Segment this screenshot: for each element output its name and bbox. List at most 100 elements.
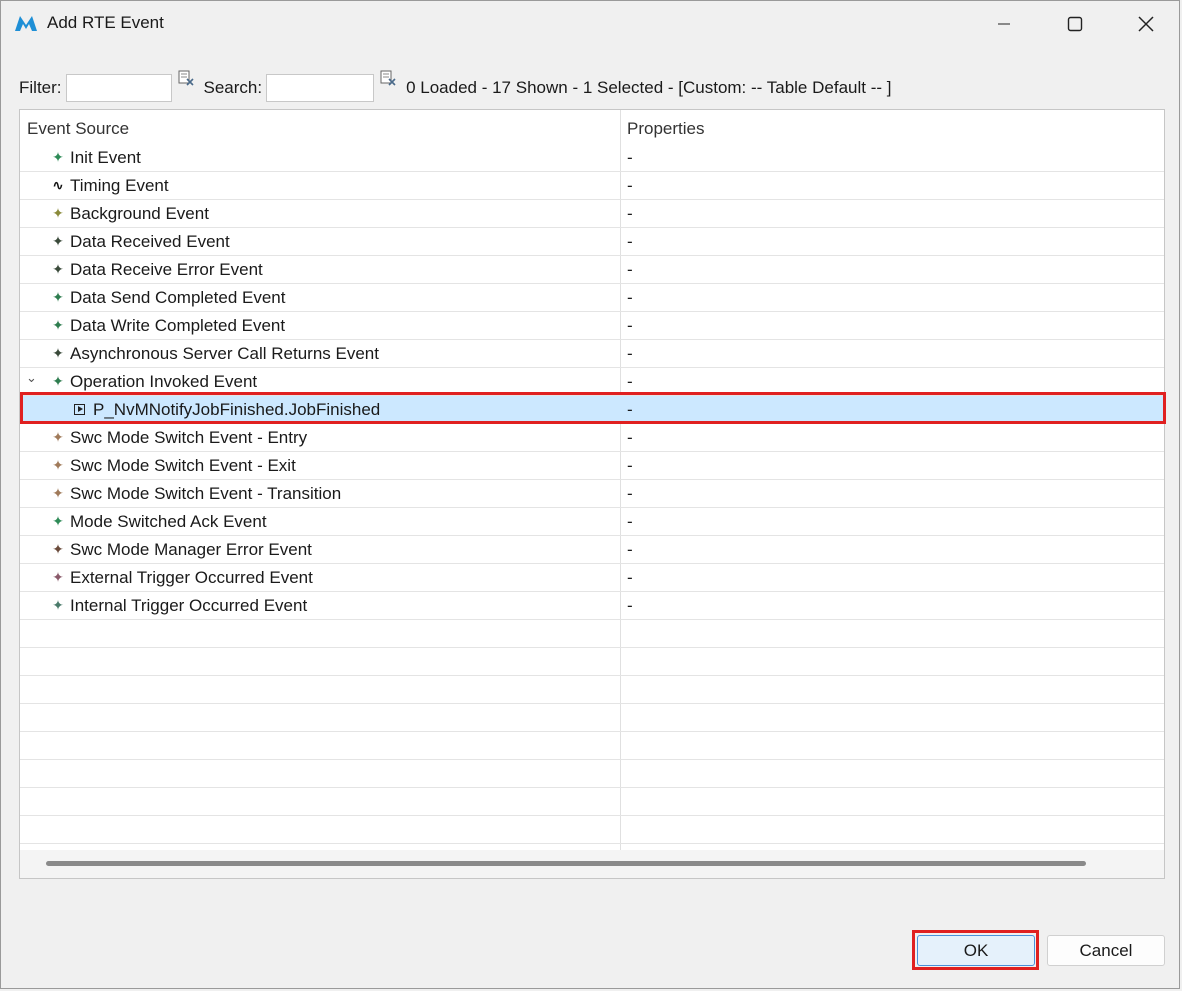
clear-search-button[interactable] [378, 70, 400, 103]
event-source-label: Data Write Completed Event [70, 315, 286, 335]
runnable-play-icon [74, 404, 85, 415]
search-label: Search: [203, 78, 263, 97]
table-header: Event Source Properties [20, 110, 1164, 144]
table-row[interactable]: ∿ Timing Event - [20, 172, 1164, 200]
event-source-cell: ✦ Data Send Completed Event [20, 284, 650, 311]
cancel-button[interactable]: Cancel [1047, 935, 1165, 966]
event-source-label: External Trigger Occurred Event [70, 567, 313, 587]
event-source-label: Swc Mode Switch Event - Entry [70, 427, 308, 447]
event-source-label: Swc Mode Switch Event - Transition [70, 483, 342, 503]
event-source-label: Timing Event [70, 175, 169, 195]
properties-cell: - [627, 147, 633, 167]
maximize-button[interactable] [1040, 1, 1110, 46]
properties-cell: - [627, 539, 633, 559]
table-row[interactable]: ✦ Swc Mode Manager Error Event - [20, 536, 1164, 564]
table-row[interactable]: ✦ Mode Switched Ack Event - [20, 508, 1164, 536]
event-source-cell: ✦ Internal Trigger Occurred Event [20, 592, 650, 619]
event-source-cell: ✦ Asynchronous Server Call Returns Event [20, 340, 650, 367]
close-button[interactable] [1111, 1, 1181, 46]
table-row[interactable]: ✦ Swc Mode Switch Event - Entry - [20, 424, 1164, 452]
window-title: Add RTE Event [47, 13, 164, 32]
horizontal-scrollbar-thumb[interactable] [46, 861, 1086, 866]
olive-star-icon: ✦ [52, 205, 64, 221]
table-row[interactable]: ✦ Data Send Completed Event - [20, 284, 1164, 312]
properties-cell: - [627, 203, 633, 223]
properties-cell: - [627, 343, 633, 363]
table-row[interactable]: ✦ Data Receive Error Event - [20, 256, 1164, 284]
empty-table-row [20, 704, 1164, 732]
green-star-icon: ✦ [52, 149, 64, 165]
table-row[interactable]: ✦ Init Event - [20, 144, 1164, 172]
table-body: ✦ Init Event - ∿ Timing Event - ✦ Background Ev… [20, 144, 1164, 844]
properties-cell: - [627, 427, 633, 447]
event-source-label: Asynchronous Server Call Returns Event [70, 343, 379, 363]
filter-label: Filter: [19, 78, 62, 97]
clear-filter-button[interactable] [176, 70, 198, 103]
empty-table-row [20, 620, 1164, 648]
properties-cell: - [627, 455, 633, 475]
empty-table-row [20, 816, 1164, 844]
event-source-label: Swc Mode Switch Event - Exit [70, 455, 296, 475]
green-star-icon: ✦ [52, 317, 64, 333]
properties-cell: - [627, 287, 633, 307]
properties-cell: - [627, 315, 633, 335]
table-row[interactable]: ✦ Asynchronous Server Call Returns Event - [20, 340, 1164, 368]
event-source-cell: ✦ External Trigger Occurred Event [20, 564, 650, 591]
table-row[interactable]: ⌄ ✦ Operation Invoked Event - [20, 368, 1164, 396]
properties-cell: - [627, 399, 633, 419]
event-source-cell: ∿ Timing Event [20, 172, 650, 199]
event-source-cell: ✦ Data Write Completed Event [20, 312, 650, 339]
properties-cell: - [627, 371, 633, 391]
event-source-label: Swc Mode Manager Error Event [70, 539, 312, 559]
properties-cell: - [627, 259, 633, 279]
teal-star-icon: ✦ [52, 597, 64, 613]
table-row[interactable]: ✦ Swc Mode Switch Event - Transition - [20, 480, 1164, 508]
properties-cell: - [627, 567, 633, 587]
close-icon [1138, 15, 1154, 32]
dark-star-icon: ✦ [52, 345, 64, 361]
table-row[interactable]: ✦ Internal Trigger Occurred Event - [20, 592, 1164, 620]
table-row[interactable]: ✦ External Trigger Occurred Event - [20, 564, 1164, 592]
empty-table-row [20, 732, 1164, 760]
table-row[interactable]: P_NvMNotifyJobFinished.JobFinished - [20, 396, 1164, 424]
timing-wave-icon: ∿ [52, 177, 64, 193]
properties-cell: - [627, 483, 633, 503]
event-source-cell: P_NvMNotifyJobFinished.JobFinished [20, 396, 674, 423]
green-star-icon: ✦ [52, 373, 64, 389]
event-source-label: Init Event [70, 147, 141, 167]
clear-search-icon [380, 70, 396, 86]
green-star-icon: ✦ [52, 289, 64, 305]
event-source-cell: ⌄ ✦ Operation Invoked Event [20, 368, 650, 395]
table-row[interactable]: ✦ Data Write Completed Event - [20, 312, 1164, 340]
event-table: Event Source Properties ✦ Init Event - ∿ Tim… [19, 109, 1165, 879]
horizontal-scrollbar[interactable] [20, 850, 1164, 878]
column-header-properties[interactable]: Properties [627, 119, 704, 139]
event-source-cell: ✦ Swc Mode Switch Event - Entry [20, 424, 650, 451]
properties-cell: - [627, 175, 633, 195]
add-rte-event-dialog: Add RTE Event Filter: Search: 0 Loaded -… [0, 0, 1180, 989]
minimize-button[interactable] [969, 1, 1039, 46]
column-header-event-source[interactable]: Event Source [27, 119, 129, 139]
table-row[interactable]: ✦ Data Received Event - [20, 228, 1164, 256]
filter-toolbar: Filter: Search: 0 Loaded - 17 Shown - 1 … [19, 70, 892, 105]
table-row[interactable]: ✦ Background Event - [20, 200, 1164, 228]
collapse-chevron-icon[interactable]: ⌄ [26, 370, 37, 386]
filter-input[interactable] [65, 74, 172, 102]
event-source-label: P_NvMNotifyJobFinished.JobFinished [93, 399, 381, 419]
status-summary: 0 Loaded - 17 Shown - 1 Selected - [Cust… [406, 78, 892, 97]
title-bar[interactable]: Add RTE Event [1, 1, 1179, 46]
maximize-icon [1067, 16, 1083, 31]
event-source-cell: ✦ Data Received Event [20, 228, 650, 255]
ok-button[interactable]: OK [917, 935, 1035, 966]
table-row[interactable]: ✦ Swc Mode Switch Event - Exit - [20, 452, 1164, 480]
search-input[interactable] [266, 74, 375, 102]
event-source-cell: ✦ Init Event [20, 144, 650, 171]
event-source-label: Data Received Event [70, 231, 230, 251]
event-source-cell: ✦ Mode Switched Ack Event [20, 508, 650, 535]
event-source-cell: ✦ Swc Mode Manager Error Event [20, 536, 650, 563]
empty-table-row [20, 760, 1164, 788]
minimize-icon [998, 23, 1010, 24]
event-source-label: Background Event [70, 203, 209, 223]
event-source-label: Data Send Completed Event [70, 287, 286, 307]
tan-star-icon: ✦ [52, 485, 64, 501]
